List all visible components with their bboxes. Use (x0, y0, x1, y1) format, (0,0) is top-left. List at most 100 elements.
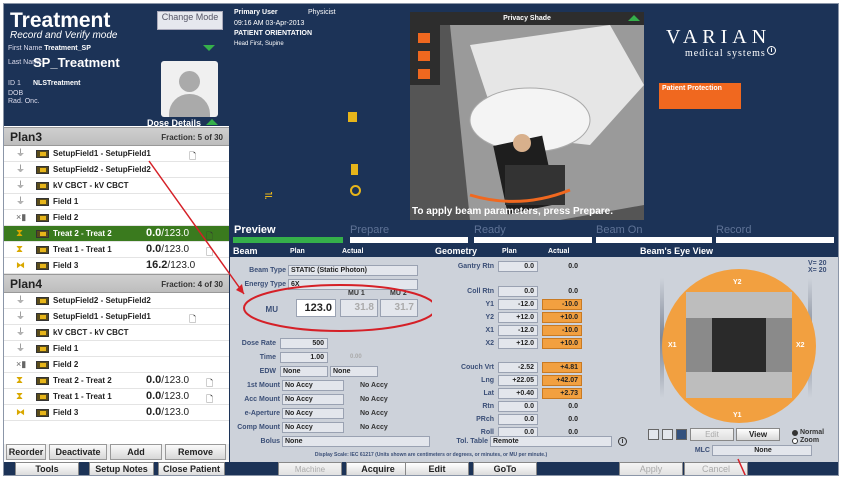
remove-button[interactable]: Remove (165, 444, 226, 460)
field-row[interactable]: ⏚ SetupField2 - SetupField2 (4, 293, 229, 309)
geometry-actual-value: 0.0 (568, 403, 578, 410)
beam-film-icon (36, 230, 49, 238)
comp-mount-field[interactable]: No Accy (282, 422, 344, 433)
reorder-button[interactable]: Reorder (6, 444, 46, 460)
info-icon[interactable]: i (767, 46, 776, 55)
normal-radio[interactable] (792, 430, 798, 436)
geometry-plan-value[interactable]: +12.0 (498, 338, 538, 349)
cancel-button[interactable]: Cancel (684, 462, 748, 475)
tol-info-icon[interactable]: i (618, 437, 627, 446)
patient-protection-indicator[interactable]: Patient Protection (659, 83, 741, 109)
geometry-label: Gantry Rtn (457, 263, 494, 270)
deactivate-button[interactable]: Deactivate (49, 444, 107, 460)
field-dose: 16.2/123.0 (146, 259, 195, 271)
edit-button[interactable]: Edit (405, 462, 469, 475)
field-row[interactable]: ⧗ Treat 1 - Treat 1 0.0/123.0 🗋 (4, 389, 229, 405)
field-row[interactable]: ⧓ Field 3 0.0/123.0 (4, 405, 229, 421)
field-dose: 0.0/123.0 (146, 243, 189, 255)
field-row[interactable]: ⏚ kV CBCT - kV CBCT (4, 178, 229, 194)
dose-rate-label: Dose Rate (241, 340, 276, 347)
id-label: ID 1 (8, 80, 21, 87)
rad-onc-label: Rad. Onc. (8, 98, 40, 105)
edw-plan-field[interactable]: None (280, 366, 328, 377)
plan-header-plan4[interactable]: Plan4 Fraction: 4 of 30 (4, 274, 229, 293)
tools-button[interactable]: Tools (15, 462, 79, 475)
field-row[interactable]: ⧗ Treat 2 - Treat 2 0.0/123.0 🗋 (4, 226, 229, 242)
mount1-field[interactable]: No Accy (282, 380, 344, 391)
field-row[interactable]: ⏚ Field 1 (4, 341, 229, 357)
step-record: Record (716, 224, 752, 236)
field-name: Treat 2 - Treat 2 (53, 229, 112, 238)
bottom-toolbar: Tools Setup Notes Close Patient Machine … (4, 462, 838, 475)
machine-override-button[interactable]: Machine Override (278, 462, 342, 475)
field-row[interactable]: ⏚ SetupField1 - SetupField1 🗋 (4, 309, 229, 325)
acc-mount-actual: No Accy (360, 396, 388, 403)
geometry-actual-value: 0.0 (568, 288, 578, 295)
goto-button[interactable]: GoTo (473, 462, 537, 475)
collapse-icon (206, 119, 218, 125)
step-beam-on: Beam On (596, 224, 643, 236)
bev-tool-3-icon[interactable] (676, 429, 687, 440)
bev-view-button[interactable]: View (736, 428, 780, 441)
field-row[interactable]: ⧗ Treat 1 - Treat 1 0.0/123.0 🗋 (4, 242, 229, 258)
acquire-button[interactable]: Acquire (346, 462, 410, 475)
record-progress (716, 237, 834, 243)
beam-film-icon (36, 182, 49, 190)
field-row[interactable]: ⧗ Treat 2 - Treat 2 0.0/123.0 🗋 (4, 373, 229, 389)
beam-film-icon (36, 329, 49, 337)
dose-details-toggle[interactable]: Dose Details (4, 118, 229, 128)
bev-edit-button[interactable]: Edit (690, 428, 734, 441)
beam-film-icon (36, 262, 49, 270)
geometry-plan-value[interactable]: 0.0 (498, 261, 538, 272)
field-row[interactable]: ×▮ Field 2 (4, 357, 229, 373)
field-row[interactable]: ⏚ SetupField2 - SetupField2 (4, 162, 229, 178)
x-readout: X= 20 (808, 267, 827, 274)
geometry-plan-value[interactable]: -2.52 (498, 362, 538, 373)
bev-tool-2-icon[interactable] (662, 429, 673, 440)
plan-fraction: Fraction: 5 of 30 (161, 133, 223, 142)
field-row[interactable]: ×▮ Field 2 (4, 210, 229, 226)
setup-notes-button[interactable]: Setup Notes (89, 462, 154, 475)
bolus-field[interactable]: None (282, 436, 430, 447)
plan-header-plan3[interactable]: Plan3 Fraction: 5 of 30 (4, 127, 229, 146)
geometry-plan-value[interactable]: -12.0 (498, 299, 538, 310)
field-dose-delivered: 0.0 (146, 243, 162, 255)
privacy-toggle-icon[interactable] (628, 15, 640, 21)
time-field[interactable]: 1.00 (280, 352, 328, 363)
dose-rate-field[interactable]: 500 (280, 338, 328, 349)
geometry-plan-value[interactable]: +0.40 (498, 388, 538, 399)
geometry-actual-value: 0.0 (568, 416, 578, 423)
field-type-icon: ⏚ (16, 311, 26, 321)
close-patient-button[interactable]: Close Patient (158, 462, 225, 475)
add-button[interactable]: Add (110, 444, 162, 460)
field-row[interactable]: ⏚ kV CBCT - kV CBCT (4, 325, 229, 341)
field-name: Field 3 (53, 408, 79, 417)
geometry-plan-value[interactable]: 0.0 (498, 401, 538, 412)
geometry-plan-value[interactable]: +22.05 (498, 375, 538, 386)
tol-table-field[interactable]: Remote (490, 436, 612, 447)
eaperture-field[interactable]: No Accy (282, 408, 344, 419)
geometry-label: X2 (485, 340, 494, 347)
last-name-value: SP_Treatment (33, 55, 120, 70)
beam-film-icon (36, 313, 49, 321)
acc-mount-field[interactable]: No Accy (282, 394, 344, 405)
geometry-plan-value[interactable]: 0.0 (498, 286, 538, 297)
field-row[interactable]: ⧓ Field 3 16.2/123.0 (4, 258, 229, 274)
eaperture-actual: No Accy (360, 410, 388, 417)
field-dose-total: /123.0 (161, 391, 190, 402)
beam-type-field[interactable]: STATIC (Static Photon) (288, 265, 418, 276)
apply-button[interactable]: Apply (619, 462, 683, 475)
change-mode-button[interactable]: Change Mode (157, 11, 223, 30)
beam-on-progress (596, 237, 712, 243)
geometry-actual-value: +42.07 (542, 375, 582, 386)
field-row[interactable]: ⏚ Field 1 (4, 194, 229, 210)
field-name: Treat 1 - Treat 1 (53, 245, 112, 254)
beam-panel: Beam Plan Actual Beam Type STATIC (Stati… (230, 245, 432, 462)
expand-patient-icon[interactable] (203, 45, 215, 51)
geometry-plan-value[interactable]: 0.0 (498, 414, 538, 425)
zoom-radio[interactable] (792, 438, 798, 444)
geometry-plan-value[interactable]: +12.0 (498, 312, 538, 323)
bev-tool-1-icon[interactable] (648, 429, 659, 440)
field-row[interactable]: ⏚ SetupField1 - SetupField1 🗋 (4, 146, 229, 162)
geometry-plan-value[interactable]: -12.0 (498, 325, 538, 336)
